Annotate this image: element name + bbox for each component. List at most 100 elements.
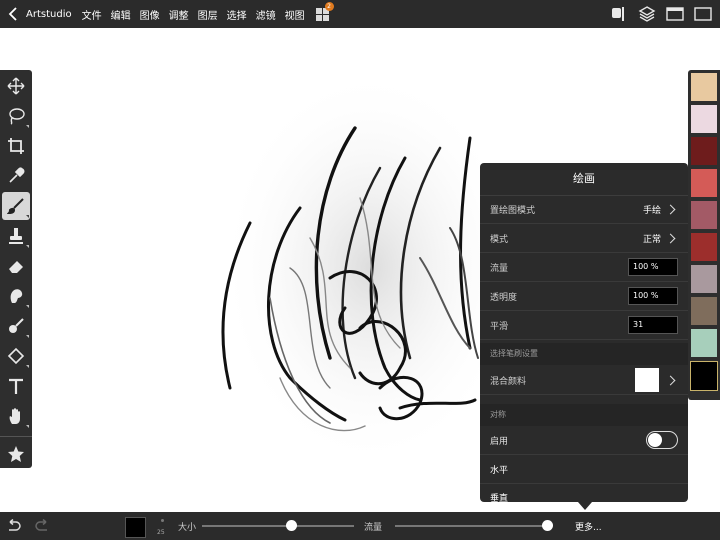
menu-image[interactable]: 图像 bbox=[140, 7, 160, 22]
swatch[interactable] bbox=[691, 265, 717, 293]
flow-slider-label: 流量 bbox=[364, 523, 383, 533]
draw-mode-row[interactable]: 置绘图模式 手绘 bbox=[480, 195, 688, 224]
menu-file[interactable]: 文件 bbox=[82, 7, 102, 22]
enable-label: 启用 bbox=[490, 436, 509, 447]
layers-icon[interactable] bbox=[638, 5, 656, 23]
eyedropper-icon bbox=[9, 167, 25, 183]
toggle-knob bbox=[648, 433, 662, 447]
menu-edit[interactable]: 编辑 bbox=[111, 7, 131, 22]
dodge-tool[interactable] bbox=[2, 312, 30, 340]
lasso-icon bbox=[9, 108, 25, 125]
opacity-label: 透明度 bbox=[490, 292, 518, 303]
horizontal-row[interactable]: 水平 bbox=[480, 455, 688, 484]
paint-bucket-icon bbox=[7, 347, 25, 365]
enable-toggle[interactable] bbox=[646, 431, 678, 449]
opacity-row: 透明度 100 % bbox=[480, 282, 688, 311]
vertical-label: 垂直 bbox=[490, 493, 509, 503]
tool-palette bbox=[0, 70, 32, 468]
submenu-caret-icon bbox=[26, 305, 29, 308]
smoothing-input[interactable]: 31 bbox=[628, 316, 678, 334]
smoothing-row: 平滑 31 bbox=[480, 311, 688, 340]
fill-tool[interactable] bbox=[2, 342, 30, 370]
symmetry-section: 对称 bbox=[480, 404, 688, 426]
swatch[interactable] bbox=[691, 105, 717, 133]
vertical-row[interactable]: 垂直 bbox=[480, 483, 688, 503]
brush-size-value: 25 bbox=[157, 529, 165, 536]
smudge-icon bbox=[10, 289, 23, 303]
mix-paint-label: 混合颜料 bbox=[490, 376, 527, 387]
chevron-right-icon bbox=[665, 375, 676, 385]
favorites-tool[interactable] bbox=[2, 440, 30, 468]
brush-tool[interactable] bbox=[2, 192, 30, 220]
grid-icon[interactable]: 2 bbox=[315, 2, 334, 22]
stamp-tool[interactable] bbox=[2, 222, 30, 250]
paint-settings-panel: 绘画 置绘图模式 手绘 模式 正常 流量 100 % 透明度 100 % 平滑 … bbox=[480, 163, 688, 502]
move-icon bbox=[7, 77, 25, 95]
menu-layer[interactable]: 图层 bbox=[198, 7, 218, 22]
mix-paint-row[interactable]: 混合颜料 bbox=[480, 366, 688, 395]
eraser-tool[interactable] bbox=[2, 252, 30, 280]
opacity-input[interactable]: 100 % bbox=[628, 287, 678, 305]
flow-slider-thumb[interactable] bbox=[541, 520, 553, 531]
app-name: Artstudio bbox=[26, 8, 72, 20]
swatch[interactable] bbox=[691, 329, 717, 357]
text-tool[interactable] bbox=[2, 372, 30, 400]
crop-tool[interactable] bbox=[2, 132, 30, 160]
eyedropper-tool[interactable] bbox=[2, 162, 30, 190]
redo-icon[interactable] bbox=[34, 519, 50, 533]
hand-icon bbox=[9, 408, 20, 424]
brush-settings-section: 选择笔刷设置 bbox=[480, 343, 688, 365]
chevron-left-icon bbox=[8, 7, 17, 21]
flow-input[interactable]: 100 % bbox=[628, 258, 678, 276]
submenu-caret-icon bbox=[26, 125, 29, 128]
panel-toggle-icon[interactable] bbox=[694, 6, 712, 22]
hand-tool[interactable] bbox=[2, 402, 30, 430]
swatch[interactable] bbox=[691, 297, 717, 325]
swatch[interactable] bbox=[691, 201, 717, 229]
draw-mode-value: 手绘 bbox=[642, 205, 661, 216]
color-swatches bbox=[688, 70, 720, 400]
more-button[interactable]: 更多... bbox=[575, 520, 602, 533]
submenu-caret-icon bbox=[26, 215, 29, 218]
size-slider[interactable] bbox=[202, 525, 354, 527]
size-label: 大小 bbox=[178, 523, 197, 533]
back-button[interactable] bbox=[0, 0, 26, 28]
menu-view[interactable]: 视图 bbox=[285, 7, 305, 22]
size-slider-thumb[interactable] bbox=[286, 520, 298, 531]
menu-select[interactable]: 选择 bbox=[227, 7, 247, 22]
submenu-caret-icon bbox=[26, 245, 29, 248]
swatch-selected[interactable] bbox=[690, 361, 718, 391]
swatch[interactable] bbox=[691, 137, 717, 165]
stamp-icon bbox=[9, 228, 23, 244]
menu-adjust[interactable]: 调整 bbox=[169, 7, 189, 22]
undo-icon[interactable] bbox=[6, 519, 22, 533]
blend-mode-row[interactable]: 模式 正常 bbox=[480, 224, 688, 253]
flow-slider[interactable] bbox=[395, 525, 547, 527]
smudge-tool[interactable] bbox=[2, 282, 30, 310]
smoothing-label: 平滑 bbox=[490, 321, 509, 332]
flow-row: 流量 100 % bbox=[480, 253, 688, 282]
horizontal-label: 水平 bbox=[490, 465, 509, 476]
panel-title: 绘画 bbox=[480, 163, 688, 196]
mix-color-box[interactable] bbox=[635, 368, 659, 392]
current-color[interactable] bbox=[125, 517, 146, 538]
brush-settings-icon[interactable] bbox=[610, 5, 628, 23]
symmetry-enable-row: 启用 bbox=[480, 426, 688, 455]
crop-icon bbox=[8, 138, 24, 154]
swatch[interactable] bbox=[691, 169, 717, 197]
brush-size-preview bbox=[161, 519, 164, 522]
swatch[interactable] bbox=[691, 73, 717, 101]
submenu-caret-icon bbox=[26, 365, 29, 368]
chevron-right-icon bbox=[665, 204, 676, 214]
top-bar: Artstudio 文件 编辑 图像 调整 图层 选择 滤镜 视图 2 bbox=[0, 0, 720, 28]
dodge-burn-icon bbox=[9, 318, 24, 333]
text-icon bbox=[9, 378, 23, 394]
panel-pointer bbox=[578, 502, 592, 510]
lasso-tool[interactable] bbox=[2, 102, 30, 130]
toolbar-divider bbox=[0, 436, 32, 437]
menu-filter[interactable]: 滤镜 bbox=[256, 7, 276, 22]
submenu-caret-icon bbox=[26, 425, 29, 428]
fullscreen-icon[interactable] bbox=[666, 6, 684, 22]
move-tool[interactable] bbox=[2, 72, 30, 100]
swatch[interactable] bbox=[691, 233, 717, 261]
